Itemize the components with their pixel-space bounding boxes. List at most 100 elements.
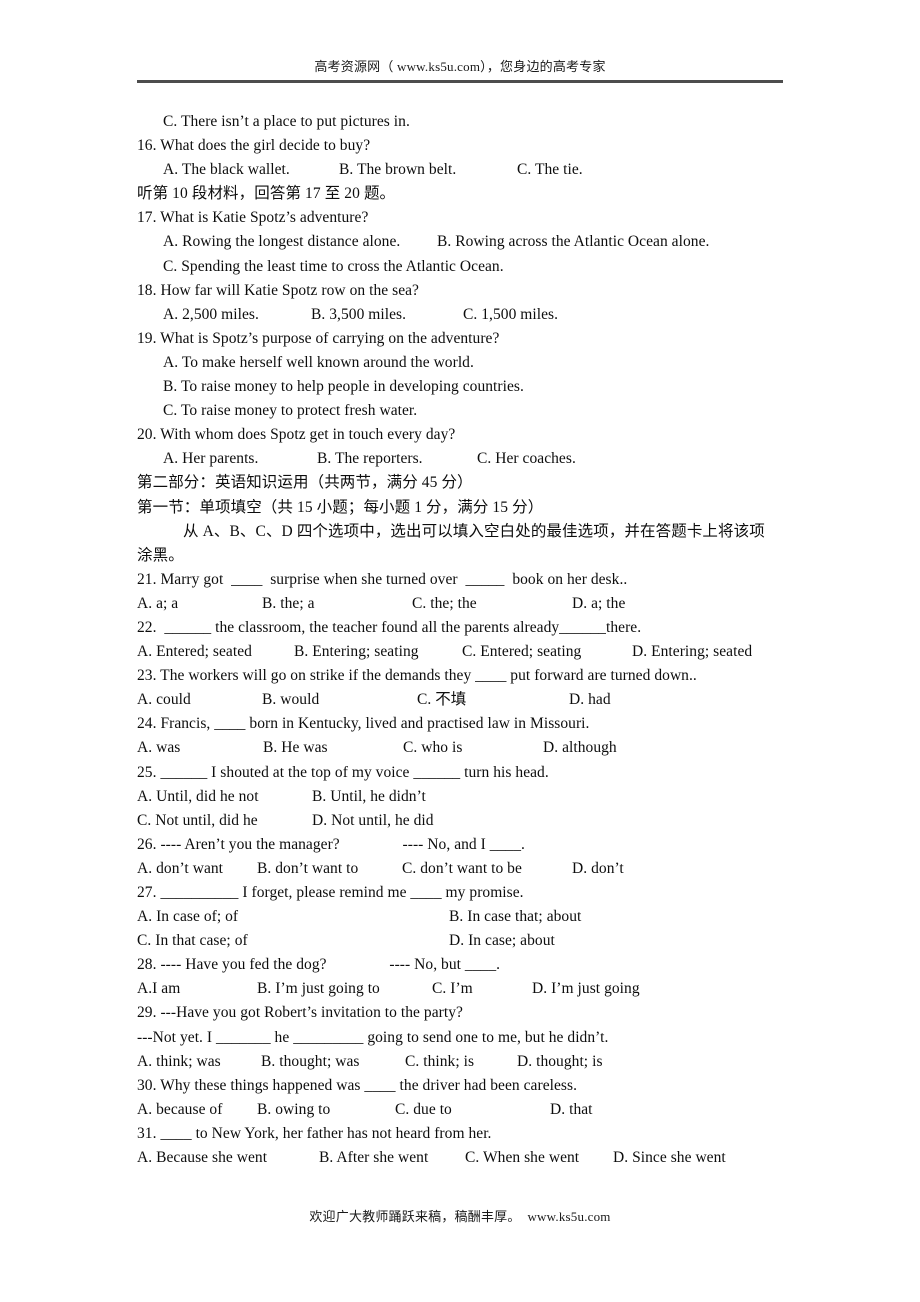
question-28-option-d: D. I’m just going (532, 980, 640, 998)
question-24-options-row-1: A. was B. He was C. who is D. although (137, 736, 797, 760)
question-19-option-a: A. To make herself well known around the… (163, 353, 474, 371)
question-28-option-c: C. I’m (432, 980, 473, 998)
section-instruction-line-2: 涂黑。 (137, 546, 184, 564)
question-20-stem: 20. With whom does Spotz get in touch ev… (137, 426, 456, 444)
question-16-stem: 16. What does the girl decide to buy? (137, 137, 371, 155)
question-22-stem: 22. ______ the classroom, the teacher fo… (137, 618, 642, 636)
question-27-options-row-1: A. In case of; of B. In case that; about (137, 905, 797, 929)
question-16-option-b: B. The brown belt. (339, 161, 457, 179)
document-page: 高考资源网（ www.ks5u.com），您身边的高考专家 C. There i… (0, 0, 920, 1302)
question-26-option-d: D. don’t (572, 859, 624, 877)
question-20-option-a: A. Her parents. (163, 450, 259, 468)
footer-text: 欢迎广大教师踊跃来稿，稿酬丰厚。 www.ks5u.com (309, 1209, 611, 1224)
question-25-stem: 25. ______ I shouted at the top of my vo… (137, 763, 549, 781)
question-18-option-c: C. 1,500 miles. (463, 305, 559, 323)
question-26-stem: 26. ---- Aren’t you the manager? ---- No… (137, 835, 525, 853)
question-31-option-a: A. Because she went (137, 1149, 268, 1167)
question-29-option-b: B. thought; was (261, 1052, 360, 1070)
question-20-options: A. Her parents. B. The reporters. C. Her c… (137, 447, 797, 471)
question-22-option-d: D. Entering; seated (632, 643, 753, 661)
question-25-option-d: D. Not until, he did (312, 811, 434, 829)
page-footer: 欢迎广大教师踊跃来稿，稿酬丰厚。 www.ks5u.com (0, 1206, 920, 1226)
question-21-options-row-1: A. a; a B. the; a C. the; the D. a; the (137, 592, 797, 616)
question-29-option-d: D. thought; is (517, 1052, 603, 1070)
question-28-option-a: A.I am (137, 980, 181, 998)
question-27-option-b: B. In case that; about (449, 908, 582, 926)
document-body: C. There isn’t a place to put pictures i… (137, 110, 797, 1170)
question-18-option-b: B. 3,500 miles. (311, 305, 407, 323)
part-two-heading: 第二部分：英语知识运用（共两节，满分 45 分） (137, 474, 473, 492)
question-23-option-a: A. could (137, 691, 191, 709)
question-24-option-b: B. He was (263, 739, 328, 757)
section-one-heading: 第一节：单项填空（共 15 小题；每小题 1 分，满分 15 分） (137, 498, 544, 516)
question-23-option-d: D. had (569, 691, 611, 709)
question-21-option-b: B. the; a (262, 594, 315, 612)
header-site-text: 高考资源网（ www.ks5u.com），您身边的高考专家 (314, 59, 606, 74)
question-29-options-row-1: A. think; was B. thought; was C. think; is… (137, 1050, 797, 1074)
section-instruction-line-1: 从 A、B、C、D 四个选项中，选出可以填入空白处的最佳选项，并在答题卡上将该项 (183, 522, 765, 540)
question-16-option-c: C. The tie. (517, 161, 583, 179)
question-26-option-a: A. don’t want (137, 859, 224, 877)
question-31-option-c: C. When she went (465, 1149, 580, 1167)
question-18-stem: 18. How far will Katie Spotz row on the … (137, 281, 419, 299)
question-25-option-c: C. Not until, did he (137, 811, 258, 829)
question-24-option-c: C. who is (403, 739, 463, 757)
question-18-option-a: A. 2,500 miles. (163, 305, 259, 323)
question-30-option-b: B. owing to (257, 1100, 331, 1118)
question-31-options-row-1: A. Because she went B. After she went C. W… (137, 1146, 797, 1170)
question-31-option-b: B. After she went (319, 1149, 429, 1167)
question-19-stem: 19. What is Spotz’s purpose of carrying … (137, 329, 500, 347)
question-23-stem: 23. The workers will go on strike if the… (137, 667, 697, 685)
question-28-options-row-1: A.I am B. I’m just going to C. I’m D. I’m j… (137, 977, 797, 1001)
question-26-options-row-1: A. don’t want B. don’t want to C. don’t wa… (137, 857, 797, 881)
question-17-option-a: A. Rowing the longest distance alone. (163, 233, 401, 251)
question-22-option-c: C. Entered; seating (462, 643, 582, 661)
question-19-option-c: C. To raise money to protect fresh water… (163, 402, 418, 420)
question-25-options-row-1: A. Until, did he not B. Until, he didn’t (137, 785, 797, 809)
question-30-options-row-1: A. because of B. owing to C. due to D. that (137, 1098, 797, 1122)
question-17-options-row1: A. Rowing the longest distance alone. B. … (137, 230, 797, 254)
question-21-option-a: A. a; a (137, 594, 179, 612)
question-15-option-c: C. There isn’t a place to put pictures i… (163, 113, 410, 130)
question-29-option-a: A. think; was (137, 1052, 221, 1070)
question-23-option-b: B. would (262, 691, 320, 709)
question-27-option-c: C. In that case; of (137, 932, 248, 950)
question-20-option-b: B. The reporters. (317, 450, 423, 468)
question-21-option-c: C. the; the (412, 594, 477, 612)
question-27-stem: 27. __________ I forget, please remind m… (137, 884, 524, 901)
question-21-option-d: D. a; the (572, 594, 626, 612)
question-31-stem: 31. ____ to New York, her father has not… (137, 1124, 492, 1142)
question-26-option-b: B. don’t want to (257, 859, 359, 877)
question-28-option-b: B. I’m just going to (257, 980, 380, 998)
question-20-option-c: C. Her coaches. (477, 450, 576, 468)
question-29-option-c: C. think; is (405, 1052, 475, 1070)
question-23-option-c: C. 不填 (417, 691, 467, 709)
question-18-options: A. 2,500 miles. B. 3,500 miles. C. 1,500 m… (137, 303, 797, 327)
question-22-options-row-1: A. Entered; seated B. Entering; seating C.… (137, 640, 797, 664)
question-29-stem-continued: ---Not yet. I _______ he _________ going… (137, 1028, 609, 1046)
question-17-stem: 17. What is Katie Spotz’s adventure? (137, 209, 369, 227)
question-29-stem: 29. ---Have you got Robert’s invitation … (137, 1004, 463, 1022)
question-27-option-d: D. In case; about (449, 932, 555, 950)
question-23-options-row-1: A. could B. would C. 不填 D. had (137, 688, 797, 712)
question-28-stem: 28. ---- Have you fed the dog? ---- No, … (137, 956, 501, 974)
listening-material-10-heading: 听第 10 段材料，回答第 17 至 20 题。 (137, 185, 396, 203)
page-header: 高考资源网（ www.ks5u.com），您身边的高考专家 (137, 58, 783, 83)
question-17-option-c: C. Spending the least time to cross the … (163, 257, 504, 275)
grammar-question-list: 21. Marry got ____ surprise when she tur… (137, 568, 797, 1170)
question-24-stem: 24. Francis, ____ born in Kentucky, live… (137, 715, 590, 733)
question-16-options: A. The black wallet. B. The brown belt. C.… (137, 158, 797, 182)
question-22-option-a: A. Entered; seated (137, 643, 252, 661)
question-30-option-d: D. that (550, 1100, 593, 1118)
question-26-option-c: C. don’t want to be (402, 859, 522, 877)
question-30-option-a: A. because of (137, 1100, 223, 1118)
question-25-option-a: A. Until, did he not (137, 787, 259, 805)
question-27-options-row-2: C. In that case; of D. In case; about (137, 929, 797, 953)
question-30-option-c: C. due to (395, 1100, 452, 1118)
header-divider (137, 80, 783, 83)
question-24-option-a: A. was (137, 739, 181, 757)
question-25-options-row-2: C. Not until, did he D. Not until, he did (137, 809, 797, 833)
question-17-option-b: B. Rowing across the Atlantic Ocean alon… (437, 233, 710, 251)
question-16-option-a: A. The black wallet. (163, 161, 290, 179)
question-19-option-b: B. To raise money to help people in deve… (163, 378, 524, 396)
